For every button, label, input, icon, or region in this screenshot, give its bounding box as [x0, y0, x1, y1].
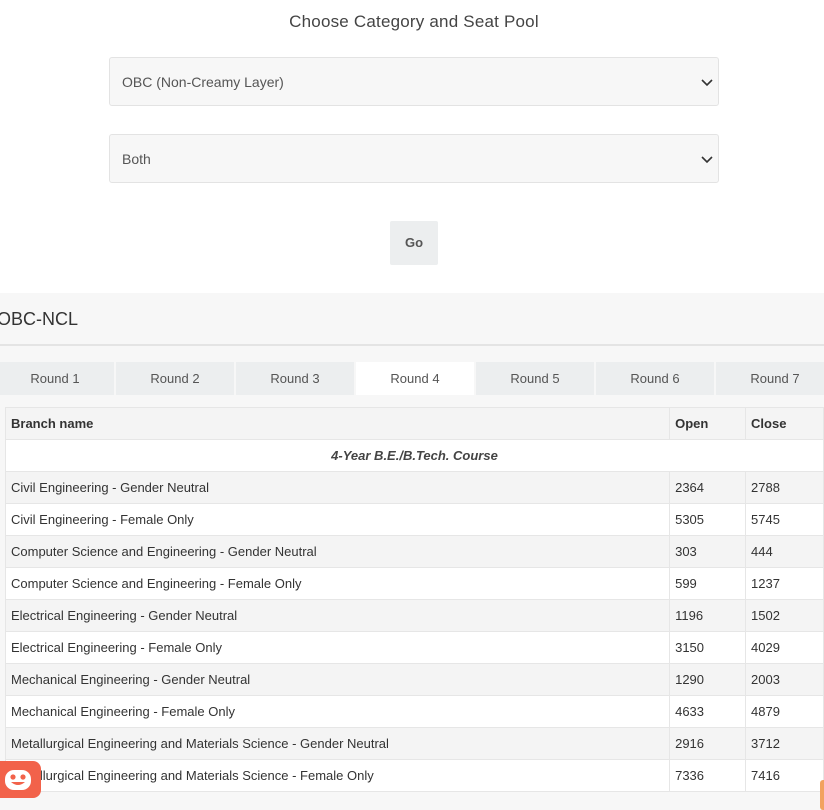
tab-round-7[interactable]: Round 7: [716, 362, 824, 395]
cell-close: 1237: [745, 567, 824, 600]
cell-open: 5305: [669, 503, 747, 536]
cell-branch: Civil Engineering - Gender Neutral: [4, 471, 671, 504]
header-open: Open: [669, 407, 747, 440]
category-select-value: OBC (Non-Creamy Layer): [122, 74, 284, 90]
cell-branch: Electrical Engineering - Gender Neutral: [4, 599, 671, 632]
cell-branch: Electrical Engineering - Female Only: [4, 631, 671, 664]
round-tabs: Round 1 Round 2 Round 3 Round 4 Round 5 Round…: [0, 362, 824, 395]
category-select[interactable]: OBC (Non-Creamy Layer): [109, 57, 719, 106]
course-label: 4-Year B.E./B.Tech. Course: [5, 439, 824, 472]
cell-branch: Metallurgical Engineering and Materials …: [4, 759, 671, 792]
cutoff-table: Branch name Open Close 4-Year B.E./B.Tec…: [4, 407, 824, 792]
results-panel: OBC-NCL Round 1 Round 2 Round 3 Round 4 Roun…: [0, 293, 824, 810]
cell-open: 4633: [669, 695, 747, 728]
page-heading: Choose Category and Seat Pool: [289, 12, 539, 31]
page: Choose Category and Seat Pool OBC (Non-C…: [0, 0, 824, 810]
cell-close: 4029: [745, 631, 824, 664]
cell-open: 7336: [669, 759, 747, 792]
table-row: Mechanical Engineering - Gender Neutral 1…: [4, 663, 824, 696]
cell-close: 2003: [745, 663, 824, 696]
table-row: Computer Science and Engineering - Gende…: [4, 535, 824, 568]
tab-round-4[interactable]: Round 4: [356, 362, 474, 395]
cell-close: 2788: [745, 471, 824, 504]
table-row: Civil Engineering - Female Only 5305 5745: [4, 503, 824, 536]
cell-open: 2916: [669, 727, 747, 760]
chat-widget-button[interactable]: [0, 761, 41, 798]
seat-pool-select[interactable]: Both: [109, 134, 719, 183]
chevron-down-icon: [701, 156, 713, 164]
cell-open: 303: [669, 535, 747, 568]
cell-branch: Mechanical Engineering - Female Only: [4, 695, 671, 728]
chat-bot-icon: [5, 770, 31, 790]
go-button[interactable]: Go: [390, 221, 438, 265]
cell-branch: Computer Science and Engineering - Femal…: [4, 567, 671, 600]
tab-round-3[interactable]: Round 3: [236, 362, 354, 395]
table-row: Metallurgical Engineering and Materials …: [4, 759, 824, 792]
cell-branch: Mechanical Engineering - Gender Neutral: [4, 663, 671, 696]
cell-close: 3712: [745, 727, 824, 760]
header-close: Close: [745, 407, 824, 440]
cutoff-table-wrapper: Branch name Open Close 4-Year B.E./B.Tec…: [4, 407, 824, 792]
cell-open: 599: [669, 567, 747, 600]
cell-open: 3150: [669, 631, 747, 664]
feedback-tab[interactable]: [820, 780, 824, 810]
tab-round-2[interactable]: Round 2: [116, 362, 234, 395]
course-row: 4-Year B.E./B.Tech. Course: [5, 439, 824, 472]
cell-open: 1290: [669, 663, 747, 696]
chevron-down-icon: [701, 79, 713, 87]
seat-pool-select-value: Both: [122, 151, 151, 167]
tab-round-1[interactable]: Round 1: [0, 362, 114, 395]
panel-divider: [0, 344, 824, 346]
cell-close: 5745: [745, 503, 824, 536]
table-row: Electrical Engineering - Female Only 3150…: [4, 631, 824, 664]
table-header-row: Branch name Open Close: [4, 407, 824, 440]
cell-branch: Civil Engineering - Female Only: [4, 503, 671, 536]
cell-branch: Metallurgical Engineering and Materials …: [4, 727, 671, 760]
header-branch: Branch name: [4, 407, 671, 440]
cell-open: 1196: [669, 599, 747, 632]
cell-branch: Computer Science and Engineering - Gende…: [4, 535, 671, 568]
cell-close: 4879: [745, 695, 824, 728]
table-row: Metallurgical Engineering and Materials …: [4, 727, 824, 760]
panel-title: OBC-NCL: [0, 309, 79, 329]
table-row: Civil Engineering - Gender Neutral 2364 27…: [4, 471, 824, 504]
tab-round-5[interactable]: Round 5: [476, 362, 594, 395]
cell-close: 7416: [745, 759, 824, 792]
cell-close: 444: [745, 535, 824, 568]
tab-round-6[interactable]: Round 6: [596, 362, 714, 395]
cell-open: 2364: [669, 471, 747, 504]
table-row: Computer Science and Engineering - Femal…: [4, 567, 824, 600]
cell-close: 1502: [745, 599, 824, 632]
table-row: Mechanical Engineering - Female Only 4633…: [4, 695, 824, 728]
table-row: Electrical Engineering - Gender Neutral 1…: [4, 599, 824, 632]
